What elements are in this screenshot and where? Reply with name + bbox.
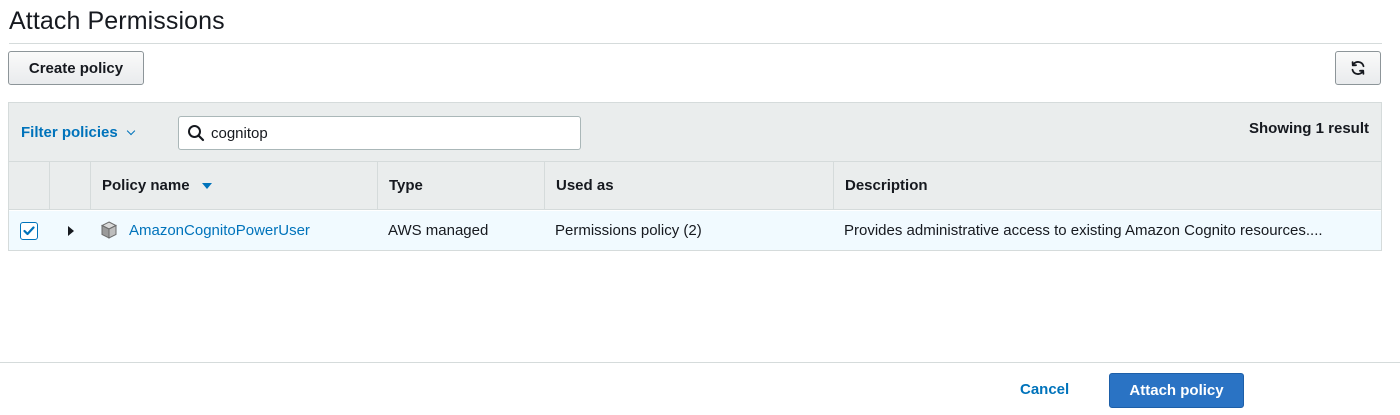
column-header-label: Policy name: [102, 177, 190, 194]
cancel-button[interactable]: Cancel: [1020, 381, 1069, 398]
result-count: Showing 1 result: [1248, 120, 1369, 137]
title-divider: [9, 43, 1382, 44]
description-cell: Provides administrative access to existi…: [844, 222, 1323, 239]
column-header-type[interactable]: Type: [377, 162, 544, 209]
table-row[interactable]: AmazonCognitoPowerUser AWS managed Permi…: [9, 211, 1381, 250]
filter-policies-dropdown[interactable]: Filter policies: [21, 124, 135, 141]
column-header-label: Description: [845, 177, 928, 194]
search-input[interactable]: [211, 124, 571, 142]
column-header-label: Type: [389, 177, 423, 194]
column-header-policy-name[interactable]: Policy name: [90, 162, 377, 209]
table-header: Policy name Type Used as Description: [9, 162, 1381, 210]
select-column-header: [9, 162, 49, 209]
filter-policies-label: Filter policies: [21, 124, 118, 141]
sort-descending-icon[interactable]: [201, 182, 212, 189]
page-title: Attach Permissions: [9, 7, 225, 35]
expand-row-icon[interactable]: [68, 226, 74, 236]
column-header-description[interactable]: Description: [833, 162, 1381, 209]
chevron-down-icon: [126, 126, 135, 136]
footer-divider: [0, 362, 1400, 363]
expand-column-header: [49, 162, 90, 209]
row-checkbox[interactable]: [20, 222, 38, 240]
policies-table-panel: Filter policies Showing 1 result Policy …: [8, 102, 1382, 251]
policy-type-cell: AWS managed: [388, 222, 489, 239]
refresh-icon: [1351, 61, 1365, 75]
column-header-used-as[interactable]: Used as: [544, 162, 833, 209]
managed-policy-icon: [101, 221, 117, 239]
filter-bar: Filter policies Showing 1 result: [9, 103, 1381, 162]
column-header-label: Used as: [556, 177, 614, 194]
used-as-cell: Permissions policy (2): [555, 222, 702, 239]
refresh-button[interactable]: [1335, 51, 1381, 85]
search-icon: [188, 125, 205, 142]
create-policy-button[interactable]: Create policy: [8, 51, 144, 85]
attach-policy-button[interactable]: Attach policy: [1109, 373, 1244, 408]
checkmark-icon: [23, 226, 35, 236]
policy-name-link[interactable]: AmazonCognitoPowerUser: [129, 211, 310, 250]
search-box[interactable]: [178, 116, 581, 150]
